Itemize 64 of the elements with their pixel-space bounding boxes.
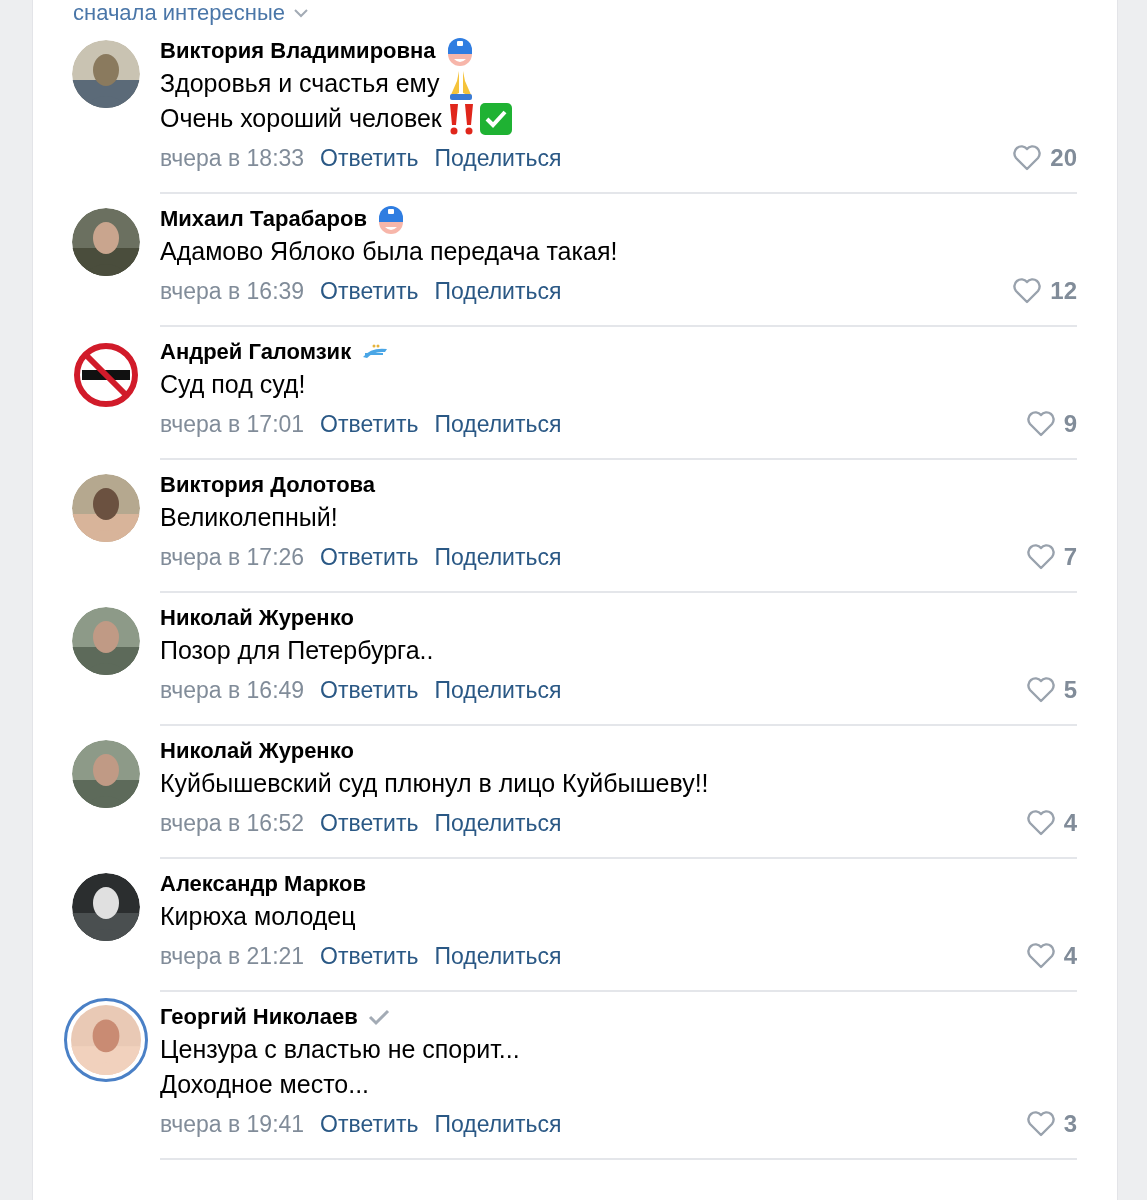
comment-text: Кирюха молодец	[160, 902, 356, 931]
like-count: 12	[1050, 277, 1077, 305]
comment-text: Очень хороший человек	[160, 104, 442, 133]
comment-text: Доходное место...	[160, 1070, 370, 1099]
like-count: 5	[1063, 676, 1077, 704]
like-count: 4	[1063, 809, 1077, 837]
comment-time: вчера в 21:21	[160, 942, 305, 970]
verified-icon	[367, 1008, 390, 1026]
author-name[interactable]: Андрей Галомзик	[160, 339, 352, 365]
comment-time: вчера в 18:33	[160, 144, 305, 172]
reply-link[interactable]: Ответить	[320, 543, 419, 571]
author-name[interactable]: Виктория Долотова	[160, 472, 376, 498]
like-count: 3	[1063, 1110, 1077, 1138]
club-logo-icon	[361, 343, 390, 361]
reply-link[interactable]: Ответить	[320, 144, 419, 172]
comment-text: Адамово Яблоко была передача такая!	[160, 237, 618, 266]
check-mark-icon	[479, 102, 512, 135]
heart-icon[interactable]	[1025, 411, 1056, 437]
comment-time: вчера в 16:39	[160, 277, 305, 305]
comment-time: вчера в 17:26	[160, 543, 305, 571]
author-name[interactable]: Александр Марков	[160, 871, 367, 897]
reply-link[interactable]: Ответить	[320, 809, 419, 837]
share-link[interactable]: Поделиться	[434, 676, 562, 704]
comment-time: вчера в 16:49	[160, 676, 305, 704]
share-link[interactable]: Поделиться	[434, 942, 562, 970]
author-name[interactable]: Николай Журенко	[160, 605, 354, 631]
like-count: 4	[1063, 942, 1077, 970]
share-link[interactable]: Поделиться	[434, 410, 562, 438]
comment-text: Суд под суд!	[160, 370, 306, 399]
heart-icon[interactable]	[1012, 278, 1043, 304]
comment-text: Великолепный!	[160, 503, 338, 532]
author-name[interactable]: Михаил Тарабаров	[160, 206, 367, 232]
comment-time: вчера в 17:01	[160, 410, 305, 438]
share-link[interactable]: Поделиться	[434, 144, 562, 172]
like-count: 20	[1050, 144, 1077, 172]
heart-icon[interactable]	[1012, 145, 1043, 171]
share-link[interactable]: Поделиться	[434, 1110, 562, 1138]
heart-icon[interactable]	[1025, 810, 1056, 836]
reply-link[interactable]: Ответить	[320, 942, 419, 970]
comment-text: Куйбышевский суд плюнул в лицо Куйбышеву!!	[160, 769, 709, 798]
comment-text: Здоровья и счастья ему	[160, 69, 440, 98]
reply-link[interactable]: Ответить	[320, 1110, 419, 1138]
comment-time: вчера в 16:52	[160, 809, 305, 837]
author-name[interactable]: Георгий Николаев	[160, 1004, 358, 1030]
share-link[interactable]: Поделиться	[434, 277, 562, 305]
author-name[interactable]: Виктория Владимировна	[160, 38, 436, 64]
comment-text: Цензура с властью не спорит...	[160, 1035, 520, 1064]
heart-icon[interactable]	[1025, 544, 1056, 570]
share-link[interactable]: Поделиться	[434, 809, 562, 837]
author-name[interactable]: Николай Журенко	[160, 738, 354, 764]
avatar[interactable]	[72, 341, 140, 409]
heart-icon[interactable]	[1025, 1111, 1056, 1137]
reply-link[interactable]: Ответить	[320, 410, 419, 438]
share-link[interactable]: Поделиться	[434, 543, 562, 571]
comment-text: Позор для Петербурга..	[160, 636, 434, 665]
heart-icon[interactable]	[1025, 677, 1056, 703]
chevron-down-icon[interactable]	[292, 8, 309, 18]
heart-icon[interactable]	[1025, 943, 1056, 969]
reply-link[interactable]: Ответить	[320, 676, 419, 704]
comment-time: вчера в 19:41	[160, 1110, 305, 1138]
like-count: 7	[1063, 543, 1077, 571]
like-count: 9	[1063, 410, 1077, 438]
reply-link[interactable]: Ответить	[320, 277, 419, 305]
sort-dropdown[interactable]: сначала интересные	[73, 0, 285, 26]
